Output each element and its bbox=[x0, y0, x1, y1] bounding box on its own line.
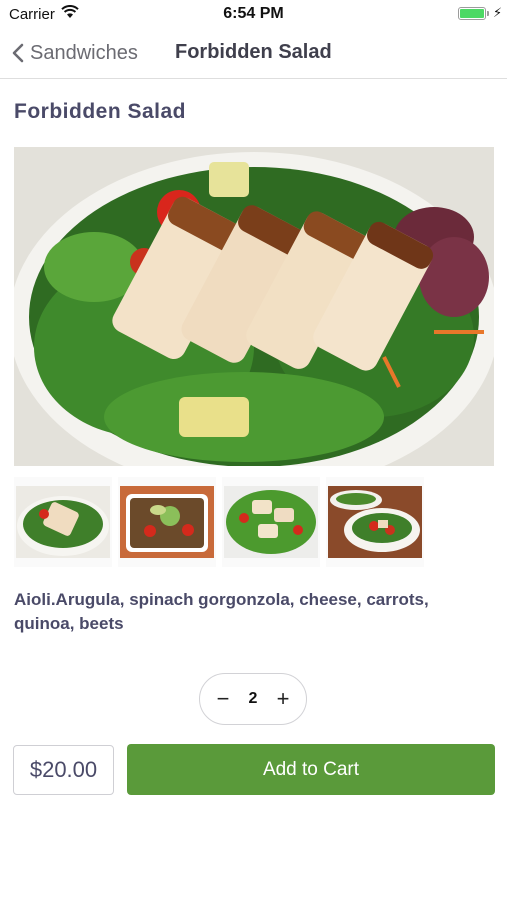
thumbnail-row bbox=[14, 477, 424, 570]
chevron-left-icon bbox=[12, 43, 24, 63]
battery-nub bbox=[487, 11, 489, 16]
decrement-button[interactable]: − bbox=[210, 688, 236, 710]
back-button[interactable]: Sandwiches bbox=[12, 38, 138, 68]
thumbnail-2[interactable] bbox=[118, 477, 216, 567]
salad-image bbox=[16, 486, 110, 558]
back-label: Sandwiches bbox=[30, 41, 138, 64]
product-description: Aioli.Arugula, spinach gorgonzola, chees… bbox=[14, 590, 429, 633]
charging-icon: ⚡ bbox=[493, 5, 503, 20]
clock: 6:54 PM bbox=[223, 5, 284, 22]
product-title: Forbidden Salad bbox=[14, 100, 187, 123]
increment-button[interactable]: + bbox=[270, 688, 296, 710]
quantity-value: 2 bbox=[248, 690, 258, 707]
status-bar: Carrier 6:54 PM ⚡ bbox=[0, 0, 507, 28]
navigation-bar: Sandwiches Forbidden Salad bbox=[0, 28, 507, 79]
thumbnail-3[interactable] bbox=[222, 477, 320, 567]
thumbnail-1[interactable] bbox=[14, 477, 112, 567]
quantity-stepper: − 2 + bbox=[199, 673, 307, 725]
battery-icon bbox=[458, 7, 486, 20]
nav-title: Forbidden Salad bbox=[175, 41, 332, 63]
add-to-cart-button[interactable]: Add to Cart bbox=[127, 744, 495, 795]
thumbnail-4[interactable] bbox=[326, 477, 424, 567]
price-label: $20.00 bbox=[13, 745, 114, 795]
salad-image bbox=[224, 486, 318, 558]
salad-image bbox=[328, 486, 422, 558]
product-main-image bbox=[14, 147, 494, 466]
salad-image bbox=[120, 486, 214, 558]
